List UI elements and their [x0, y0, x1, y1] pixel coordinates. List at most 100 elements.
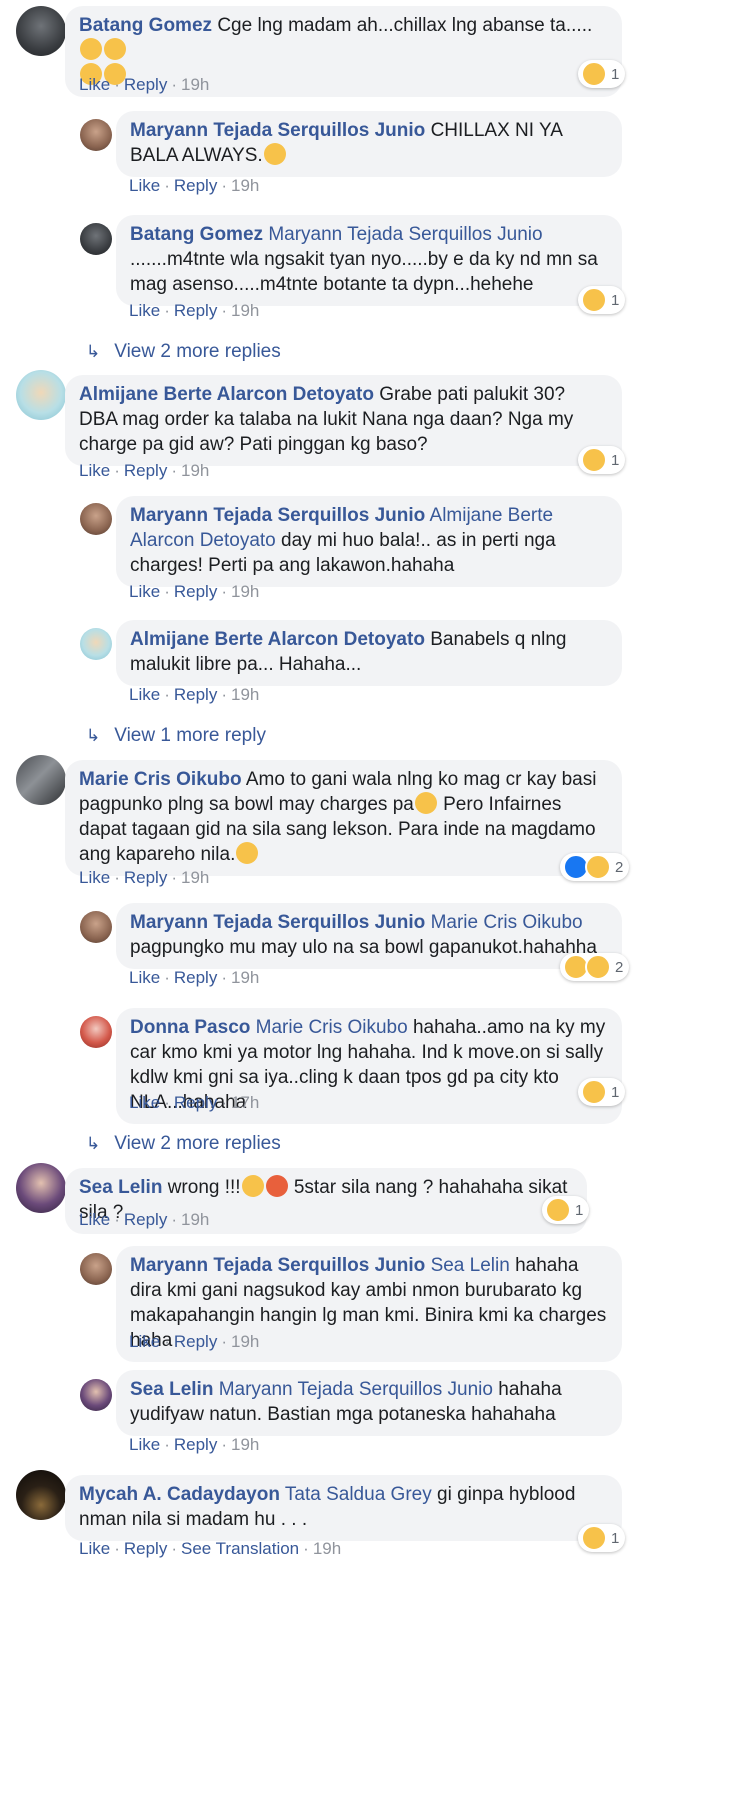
- mention-link[interactable]: Marie Cris Oikubo: [256, 1017, 408, 1038]
- reaction-summary[interactable]: 1: [578, 1524, 626, 1552]
- mention-link[interactable]: Maryann Tejada Serquillos Junio: [268, 224, 542, 245]
- like-link[interactable]: Like: [79, 75, 110, 94]
- like-link[interactable]: Like: [129, 1093, 160, 1112]
- avatar[interactable]: [80, 628, 112, 660]
- comment-author[interactable]: Marie Cris Oikubo: [79, 769, 242, 790]
- avatar[interactable]: [80, 1379, 112, 1411]
- avatar[interactable]: [16, 370, 66, 420]
- timestamp[interactable]: 19h: [231, 582, 259, 601]
- reply-link[interactable]: Reply: [174, 685, 217, 704]
- like-link[interactable]: Like: [79, 868, 110, 887]
- avatar[interactable]: [16, 6, 66, 56]
- comment-author[interactable]: Almijane Berte Alarcon Detoyato: [79, 384, 374, 405]
- avatar[interactable]: [80, 503, 112, 535]
- like-link[interactable]: Like: [129, 301, 160, 320]
- reply-link[interactable]: Reply: [124, 461, 167, 480]
- avatar[interactable]: [80, 223, 112, 255]
- avatar[interactable]: [80, 119, 112, 151]
- comment-author[interactable]: Batang Gomez: [130, 224, 263, 245]
- reply-link[interactable]: Reply: [174, 1435, 217, 1454]
- comment-bubble: Marie Cris Oikubo Amo to gani wala nlng …: [65, 760, 622, 876]
- view-more-replies[interactable]: ↳ View 2 more replies: [86, 1133, 281, 1155]
- reply-arrow-icon: ↳: [86, 342, 101, 361]
- comment-actions: Like · Reply · 19h: [129, 582, 260, 601]
- reaction-summary[interactable]: 2: [560, 853, 630, 881]
- timestamp[interactable]: 19h: [231, 968, 259, 987]
- timestamp[interactable]: 19h: [231, 685, 259, 704]
- reply-link[interactable]: Reply: [174, 1093, 217, 1112]
- timestamp[interactable]: 19h: [181, 1210, 209, 1229]
- reply-link[interactable]: Reply: [174, 176, 217, 195]
- comment-bubble: Maryann Tejada Serquillos Junio CHILLAX …: [116, 111, 622, 177]
- reaction-summary[interactable]: 1: [542, 1196, 590, 1224]
- timestamp[interactable]: 19h: [181, 75, 209, 94]
- reply-link[interactable]: Reply: [174, 582, 217, 601]
- timestamp[interactable]: 19h: [181, 461, 209, 480]
- comment-actions: Like · Reply · 19h: [129, 176, 260, 195]
- like-link[interactable]: Like: [129, 968, 160, 987]
- reaction-summary[interactable]: 1: [578, 1078, 626, 1106]
- reply-link[interactable]: Reply: [174, 968, 217, 987]
- reaction-summary[interactable]: 1: [578, 446, 626, 474]
- reaction-summary[interactable]: 1: [578, 286, 626, 314]
- reply-link[interactable]: Reply: [174, 1332, 217, 1351]
- fist-emoji-icon: [236, 842, 259, 864]
- comment-author[interactable]: Sea Lelin: [79, 1177, 162, 1198]
- reaction-summary[interactable]: 1: [578, 60, 626, 88]
- reply-link[interactable]: Reply: [124, 1539, 167, 1558]
- view-more-replies[interactable]: ↳ View 1 more reply: [86, 725, 266, 747]
- comment-text: wrong !!!: [167, 1177, 241, 1198]
- avatar[interactable]: [80, 1253, 112, 1285]
- like-link[interactable]: Like: [129, 685, 160, 704]
- comment-actions: Like · Reply · 19h: [79, 1210, 210, 1229]
- comment-text: pagpungko mu may ulo na sa bowl gapanuko…: [130, 937, 597, 958]
- mention-link[interactable]: Maryann Tejada Serquillos Junio: [219, 1379, 493, 1400]
- comment-actions: Like · Reply · 19h: [129, 1435, 260, 1454]
- avatar[interactable]: [16, 1470, 66, 1520]
- comment-author[interactable]: Maryann Tejada Serquillos Junio: [130, 120, 425, 141]
- comment-author[interactable]: Maryann Tejada Serquillos Junio: [130, 1255, 425, 1276]
- like-link[interactable]: Like: [129, 582, 160, 601]
- comment-author[interactable]: Mycah A. Cadaydayon: [79, 1484, 280, 1505]
- comment-author[interactable]: Almijane Berte Alarcon Detoyato: [130, 629, 425, 650]
- reply-link[interactable]: Reply: [124, 868, 167, 887]
- grin-emoji-icon: [104, 38, 126, 60]
- avatar[interactable]: [16, 755, 66, 805]
- like-link[interactable]: Like: [129, 1332, 160, 1351]
- mention-link[interactable]: Tata Saldua Grey: [285, 1484, 432, 1505]
- reply-link[interactable]: Reply: [124, 1210, 167, 1229]
- timestamp[interactable]: 19h: [181, 868, 209, 887]
- reply-link[interactable]: Reply: [174, 301, 217, 320]
- like-link[interactable]: Like: [129, 176, 160, 195]
- avatar[interactable]: [16, 1163, 66, 1213]
- comment-author[interactable]: Sea Lelin: [130, 1379, 213, 1400]
- haha-icon: [585, 854, 611, 880]
- like-link[interactable]: Like: [79, 461, 110, 480]
- like-link[interactable]: Like: [129, 1435, 160, 1454]
- comment-bubble: Almijane Berte Alarcon Detoyato Grabe pa…: [65, 375, 622, 466]
- comment-text: Cge lng madam ah...chillax lng abanse ta…: [217, 15, 593, 36]
- see-translation-link[interactable]: See Translation: [181, 1539, 299, 1558]
- like-link[interactable]: Like: [79, 1210, 110, 1229]
- mention-link[interactable]: Marie Cris Oikubo: [431, 912, 583, 933]
- avatar[interactable]: [80, 1016, 112, 1048]
- mention-link[interactable]: Sea Lelin: [431, 1255, 510, 1276]
- comment-author[interactable]: Maryann Tejada Serquillos Junio: [130, 912, 425, 933]
- comment-author[interactable]: Batang Gomez: [79, 15, 212, 36]
- timestamp[interactable]: 19h: [231, 176, 259, 195]
- like-link[interactable]: Like: [79, 1539, 110, 1558]
- haha-icon: [545, 1197, 571, 1223]
- timestamp[interactable]: 17h: [231, 1093, 259, 1112]
- timestamp[interactable]: 19h: [313, 1539, 341, 1558]
- reaction-summary[interactable]: 2: [560, 953, 630, 981]
- reply-arrow-icon: ↳: [86, 726, 101, 745]
- view-more-replies[interactable]: ↳ View 2 more replies: [86, 341, 281, 363]
- comment-author[interactable]: Donna Pasco: [130, 1017, 250, 1038]
- timestamp[interactable]: 19h: [231, 1435, 259, 1454]
- avatar[interactable]: [80, 911, 112, 943]
- comment-author[interactable]: Maryann Tejada Serquillos Junio: [130, 505, 425, 526]
- timestamp[interactable]: 19h: [231, 1332, 259, 1351]
- reply-link[interactable]: Reply: [124, 75, 167, 94]
- timestamp[interactable]: 19h: [231, 301, 259, 320]
- thinking-emoji-icon: [241, 1175, 264, 1197]
